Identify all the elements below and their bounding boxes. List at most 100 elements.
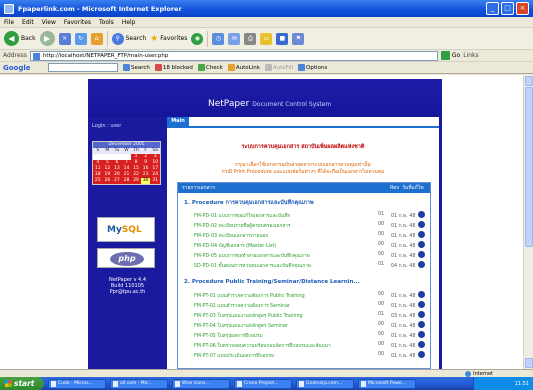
document-link[interactable]: FM-PT-05 ใบสรุปผลการฝึกอบรม bbox=[194, 332, 263, 340]
contact-email[interactable]: Ppr@tpu.ac.th bbox=[88, 289, 167, 295]
calendar-day[interactable]: 28 bbox=[121, 178, 132, 184]
document-link[interactable]: FM-PT-06 ใบตรวจสอบความพร้อมก่อนจัดการฝึก… bbox=[194, 342, 331, 350]
calendar-day[interactable]: 27 bbox=[112, 178, 122, 184]
document-link[interactable]: FM-PT-07 แบบประเมินผลการฝึกอบรม bbox=[194, 352, 274, 360]
calendar-day[interactable]: 30 bbox=[140, 178, 151, 184]
links-button[interactable]: Links bbox=[463, 52, 478, 59]
history-icon[interactable]: ◷ bbox=[212, 32, 225, 45]
menu-tools[interactable]: Tools bbox=[99, 19, 114, 26]
document-link[interactable]: FM-PD-04 บัญชีเอกสาร (Master List) bbox=[194, 242, 276, 250]
forward-button[interactable]: ▶ bbox=[39, 31, 55, 46]
document-row[interactable]: FM-PD-01 แบบการขอแก้ไขเอกสารและบันทึก 01 0… bbox=[194, 211, 430, 219]
taskbar-task[interactable]: Cuda - Micros... bbox=[48, 378, 106, 389]
search-button[interactable]: ⚲ Search bbox=[111, 32, 146, 45]
document-link[interactable]: FM-PT-03 ใบสรุปแผนงานหลักสูตร Public Tra… bbox=[194, 312, 303, 320]
vertical-scrollbar[interactable] bbox=[523, 75, 533, 369]
download-icon[interactable] bbox=[418, 251, 425, 258]
stop-icon[interactable]: × bbox=[58, 32, 71, 45]
document-row[interactable]: FM-PT-06 ใบตรวจสอบความพร้อมก่อนจัดการฝึก… bbox=[194, 341, 430, 349]
document-row[interactable]: FM-PD-04 บัญชีเอกสาร (Master List) 00 01 ก… bbox=[194, 241, 430, 249]
download-icon[interactable] bbox=[418, 301, 425, 308]
discuss-icon[interactable]: ⚑ bbox=[292, 32, 305, 45]
document-row[interactable]: FM-PT-04 ใบสรุปแผนงานหลักสูตร Seminar 00 0… bbox=[194, 321, 430, 329]
minimize-button[interactable]: _ bbox=[486, 2, 499, 15]
menu-edit[interactable]: Edit bbox=[22, 19, 34, 26]
close-button[interactable]: × bbox=[516, 2, 529, 15]
autofill-button[interactable]: AutoFill bbox=[264, 64, 293, 71]
document-row[interactable]: FM-PD-03 ทะเบียนเอกสารภายนอก 00 01 ก.พ. 48 bbox=[194, 231, 430, 239]
print-icon[interactable]: ⎙ bbox=[244, 32, 257, 45]
document-link[interactable]: FM-PT-02 แบบสำรวจความต้องการ Seminar bbox=[194, 302, 290, 310]
favorites-button[interactable]: ★ Favorites bbox=[150, 34, 187, 44]
download-icon[interactable] bbox=[418, 261, 425, 268]
refresh-icon[interactable]: ↻ bbox=[74, 32, 87, 45]
calendar-day[interactable]: 31 bbox=[150, 178, 160, 184]
maximize-button[interactable]: □ bbox=[501, 2, 514, 15]
download-icon[interactable] bbox=[418, 321, 425, 328]
google-search-button[interactable]: Search bbox=[123, 64, 150, 71]
document-date: 01 ก.พ. 48 bbox=[391, 244, 416, 249]
document-link[interactable]: FM-PT-04 ใบสรุปแผนงานหลักสูตร Seminar bbox=[194, 322, 288, 330]
document-row[interactable]: FM-PD-02 ทะเบียนรายชื่อผู้ครอบครองเอกสาร… bbox=[194, 221, 430, 229]
document-row[interactable]: FM-PT-02 แบบสำรวจความต้องการ Seminar 00 01… bbox=[194, 301, 430, 309]
mail-icon[interactable]: ✉ bbox=[228, 32, 241, 45]
start-button[interactable]: start bbox=[0, 377, 44, 390]
download-icon[interactable] bbox=[418, 331, 425, 338]
download-icon[interactable] bbox=[418, 311, 425, 318]
autolink-button[interactable]: AutoLink bbox=[227, 64, 260, 71]
spell-check-button[interactable]: Check bbox=[197, 64, 223, 71]
download-icon[interactable] bbox=[418, 231, 425, 238]
calendar-day[interactable]: 29 bbox=[131, 178, 141, 184]
taskbar-task[interactable]: Gnetcorp.com... bbox=[296, 378, 354, 389]
back-button[interactable]: ◀ Back bbox=[4, 31, 36, 46]
calendar: December 2005 S M Tu W Th F Sa 1 2 3 4 5 6 7 8 9 10 11 12 1… bbox=[92, 141, 161, 185]
menu-favorites[interactable]: Favorites bbox=[64, 19, 91, 26]
popup-blocker-button[interactable]: 18 blocked bbox=[154, 64, 193, 71]
home-icon[interactable]: ⌂ bbox=[90, 32, 103, 45]
address-input[interactable]: http://localhost/NETPAPER_FTP/main-user.… bbox=[29, 50, 438, 61]
tab-main[interactable]: Main bbox=[167, 117, 189, 126]
go-button[interactable]: Go bbox=[440, 51, 460, 60]
document-row[interactable]: FM-PD-05 แบบการขอทำลายเอกสารและบันทึกคุณ… bbox=[194, 251, 430, 259]
document-row[interactable]: SD-PD-01 ขั้นตอนการควบคุมเอกสารและบันทึก… bbox=[194, 261, 430, 269]
scroll-down-icon[interactable] bbox=[525, 358, 533, 368]
download-icon[interactable] bbox=[418, 341, 425, 348]
google-search-input[interactable] bbox=[48, 63, 118, 72]
download-icon[interactable] bbox=[418, 241, 425, 248]
document-row[interactable]: FM-PT-05 ใบสรุปผลการฝึกอบรม 00 01 ก.พ. 48 bbox=[194, 331, 430, 339]
taskbar-task[interactable]: Microsoft Powe... bbox=[358, 378, 416, 389]
calendar-day[interactable]: 25 bbox=[93, 178, 103, 184]
document-link[interactable]: FM-PD-02 ทะเบียนรายชื่อผู้ครอบครองเอกสาร bbox=[194, 222, 290, 230]
download-icon[interactable] bbox=[418, 211, 425, 218]
download-icon[interactable] bbox=[418, 221, 425, 228]
category-title[interactable]: 1. Procedure การควบคุมเอกสารและบันทึกคุณ… bbox=[184, 199, 314, 207]
document-link[interactable]: FM-PD-03 ทะเบียนเอกสารภายนอก bbox=[194, 232, 268, 240]
document-link[interactable]: SD-PD-01 ขั้นตอนการควบคุมเอกสารและบันทึก… bbox=[194, 262, 311, 270]
scroll-up-icon[interactable] bbox=[525, 76, 533, 86]
document-link[interactable]: FM-PD-05 แบบการขอทำลายเอกสารและบันทึกคุณ… bbox=[194, 252, 310, 260]
media-icon[interactable]: ◉ bbox=[191, 32, 204, 45]
document-rev: 00 bbox=[378, 242, 385, 247]
scroll-thumb[interactable] bbox=[525, 87, 533, 247]
document-link[interactable]: FM-PT-01 แบบสำรวจความต้องการ Public Trai… bbox=[194, 292, 305, 300]
options-button[interactable]: Options bbox=[298, 64, 327, 71]
document-row[interactable]: FM-PT-03 ใบสรุปแผนงานหลักสูตร Public Tra… bbox=[194, 311, 430, 319]
messenger-icon[interactable]: ■ bbox=[276, 32, 289, 45]
menu-view[interactable]: View bbox=[42, 19, 56, 26]
taskbar-task[interactable]: all.com - Mic... bbox=[110, 378, 168, 389]
menu-help[interactable]: Help bbox=[122, 19, 136, 26]
document-row[interactable]: FM-PT-01 แบบสำรวจความต้องการ Public Trai… bbox=[194, 291, 430, 299]
download-icon[interactable] bbox=[418, 291, 425, 298]
toolbar-divider bbox=[106, 30, 108, 47]
document-row[interactable]: FM-PT-07 แบบประเมินผลการฝึกอบรม 00 01 ก.พ.… bbox=[194, 351, 430, 359]
menu-file[interactable]: File bbox=[4, 19, 14, 26]
taskbar-task[interactable]: Wire Icons... bbox=[172, 378, 230, 389]
category-title[interactable]: 2. Procedure Public Training/Seminar/Dis… bbox=[184, 279, 360, 285]
taskbar-task[interactable]: Crane Project... bbox=[234, 378, 292, 389]
document-link[interactable]: FM-PD-01 แบบการขอแก้ไขเอกสารและบันทึก bbox=[194, 212, 290, 220]
download-icon[interactable] bbox=[418, 351, 425, 358]
go-arrow-icon bbox=[440, 51, 450, 60]
calendar-day[interactable]: 26 bbox=[102, 178, 113, 184]
document-rev: 00 bbox=[378, 342, 385, 347]
folder-icon[interactable]: ▭ bbox=[260, 32, 273, 45]
